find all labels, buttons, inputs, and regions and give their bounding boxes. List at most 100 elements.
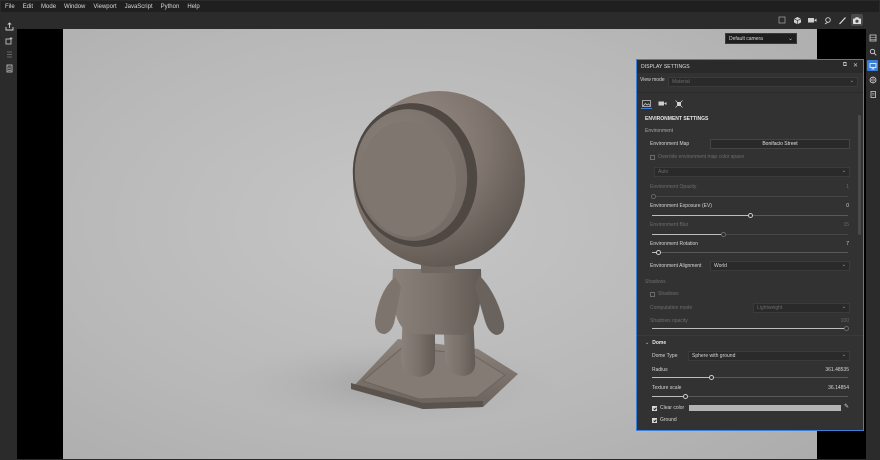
color-space-select[interactable]: Auto ⌄ — [654, 167, 850, 177]
properties-panel-button[interactable] — [867, 32, 878, 43]
env-exposure-label: Environment Exposure (EV) — [650, 203, 712, 209]
env-rotation-row: Environment Rotation — [650, 241, 863, 247]
paint-brush-button[interactable] — [836, 14, 848, 26]
slider-knob[interactable] — [708, 375, 714, 380]
camera-select[interactable]: Default camera ⌄ — [725, 33, 797, 44]
color-space-value: Auto — [658, 169, 669, 175]
divider — [637, 92, 863, 93]
ground-row: Ground — [652, 417, 863, 423]
menu-help[interactable]: Help — [183, 4, 203, 10]
cube-icon — [793, 16, 801, 24]
menu-file[interactable]: File — [1, 4, 19, 10]
menu-mode[interactable]: Mode — [37, 4, 60, 10]
frame-toggle-button[interactable] — [776, 14, 788, 26]
divider — [637, 335, 863, 336]
render-camera-button[interactable] — [851, 14, 863, 26]
app-window: File Edit Mode Window Viewport JavaScrip… — [0, 0, 880, 460]
ground-checkbox[interactable] — [652, 417, 657, 423]
eyedropper-icon[interactable]: ✎ — [844, 403, 849, 410]
menu-window[interactable]: Window — [60, 4, 89, 10]
view-mode-select[interactable]: Material ⌄ — [668, 77, 858, 87]
menu-javascript[interactable]: JavaScript — [121, 4, 157, 10]
view-mode-value: Material — [672, 79, 690, 85]
clipboard-button[interactable] — [867, 88, 878, 99]
slider-knob[interactable] — [655, 250, 661, 255]
computation-mode-select[interactable]: Lightweight ⌄ — [753, 303, 850, 313]
env-map-button[interactable]: Bonifacio Street — [710, 139, 850, 149]
texture-scale-slider[interactable] — [652, 394, 848, 399]
slider-knob[interactable] — [682, 394, 688, 399]
view-mode-label: View mode — [640, 77, 665, 83]
display-settings-panel: DISPLAY SETTINGS ⧉ ✕ View mode Material … — [636, 59, 864, 431]
document-icon — [6, 64, 12, 72]
chevron-down-icon: ⌄ — [849, 78, 854, 84]
env-alignment-label: Environment Alignment — [650, 263, 702, 269]
environment-button[interactable] — [867, 74, 878, 85]
env-exposure-slider[interactable] — [652, 213, 848, 218]
env-alignment-value: World — [714, 263, 727, 269]
export-icon — [5, 21, 13, 30]
photo-camera-icon — [853, 16, 861, 24]
radius-label: Radius — [652, 367, 668, 373]
environment-subheader: Environment — [645, 128, 863, 134]
menu-edit[interactable]: Edit — [19, 4, 37, 10]
clear-color-swatch[interactable] — [689, 405, 841, 411]
close-icon[interactable]: ✕ — [853, 62, 858, 69]
tab-camera[interactable] — [657, 99, 668, 108]
chevron-down-icon: ⌄ — [841, 352, 846, 358]
viewport-toolbar-group — [776, 14, 863, 26]
env-rotation-label: Environment Rotation — [650, 241, 699, 247]
override-label: Override environment map color space — [658, 154, 745, 160]
env-rotation-slider[interactable] — [652, 250, 848, 255]
layers-plus-icon — [5, 36, 12, 44]
tab-environment[interactable] — [641, 99, 652, 109]
menu-python[interactable]: Python — [157, 4, 184, 10]
panel-title: DISPLAY SETTINGS — [641, 63, 690, 70]
env-blur-slider[interactable] — [652, 232, 848, 237]
env-rotation-value: 7 — [846, 241, 849, 247]
radius-slider[interactable] — [652, 375, 848, 380]
shadows-checkbox[interactable] — [650, 291, 655, 297]
light-button[interactable] — [821, 14, 833, 26]
slider-knob[interactable] — [720, 232, 726, 237]
dome-title: Dome — [652, 340, 667, 346]
menu-viewport[interactable]: Viewport — [89, 4, 120, 10]
inspect-button[interactable] — [867, 46, 878, 57]
slider-knob[interactable] — [747, 213, 753, 218]
env-opacity-slider[interactable] — [651, 194, 848, 199]
export-button[interactable] — [3, 21, 15, 31]
camera-button[interactable] — [806, 14, 818, 26]
computation-mode-value: Lightweight — [757, 305, 783, 311]
chevron-down-icon: ⌄ — [787, 36, 793, 42]
clear-color-checkbox[interactable] — [652, 405, 657, 411]
override-checkbox[interactable] — [650, 154, 655, 160]
import-layers-button[interactable] — [3, 35, 15, 45]
slider-knob[interactable] — [844, 326, 849, 331]
display-settings-button[interactable] — [867, 60, 878, 71]
magnifier-icon — [869, 48, 877, 56]
tab-frame[interactable] — [673, 99, 684, 108]
env-opacity-row: Environment Opacity — [650, 184, 863, 190]
chevron-down-icon: ⌄ — [645, 340, 650, 346]
env-alignment-select[interactable]: World ⌄ — [710, 261, 850, 271]
object-mode-button[interactable] — [791, 14, 803, 26]
monitor-icon — [869, 62, 876, 69]
dome-header[interactable]: ⌄ Dome — [645, 340, 863, 346]
square-outline-icon — [778, 16, 786, 24]
slider-fill — [652, 377, 711, 378]
slider-fill — [652, 396, 685, 397]
undock-icon[interactable]: ⧉ — [843, 62, 847, 69]
slider-fill — [652, 234, 723, 235]
globe-icon — [869, 76, 876, 83]
video-camera-icon — [658, 101, 667, 106]
radius-value: 361.48535 — [825, 367, 849, 373]
document-button[interactable] — [3, 63, 15, 73]
shadows-opacity-label: Shadows opacity — [650, 318, 688, 324]
settings-list-button[interactable] — [3, 49, 15, 59]
env-opacity-value: 1 — [846, 184, 849, 190]
shadows-opacity-slider[interactable] — [652, 326, 849, 331]
chevron-down-icon: ⌄ — [841, 168, 846, 174]
lightbulb-icon — [824, 16, 831, 24]
slider-knob[interactable] — [651, 194, 656, 199]
dome-type-select[interactable]: Sphere with ground ⌄ — [688, 351, 850, 361]
